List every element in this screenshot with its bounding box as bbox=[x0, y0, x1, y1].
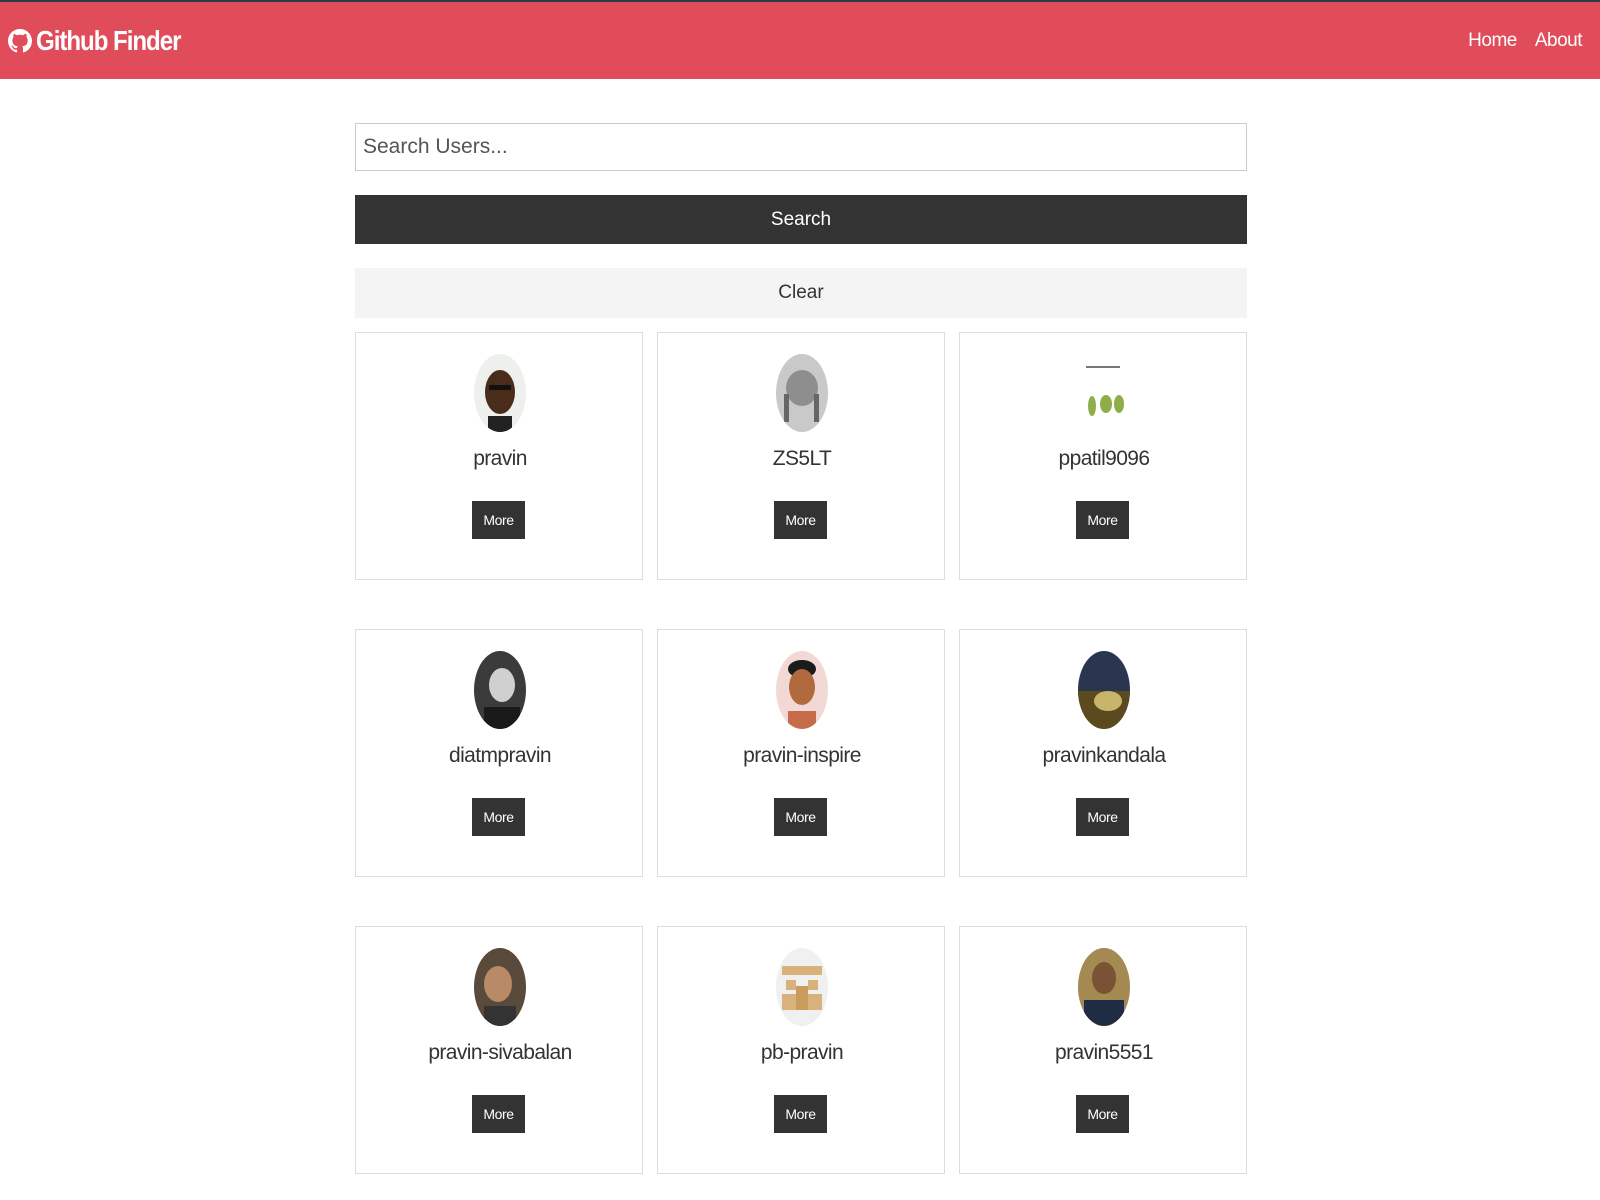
more-button[interactable]: More bbox=[774, 501, 827, 539]
user-avatar bbox=[1078, 948, 1130, 1026]
search-input[interactable] bbox=[355, 123, 1247, 171]
username: pravinkandala bbox=[1042, 744, 1167, 767]
username: ppatil9096 bbox=[1058, 447, 1151, 470]
user-avatar bbox=[776, 354, 828, 432]
user-card: pravin More bbox=[355, 332, 643, 580]
more-button[interactable]: More bbox=[1076, 501, 1129, 539]
brand-title: Github Finder bbox=[36, 24, 181, 56]
username: pb-pravin bbox=[760, 1041, 844, 1064]
user-card: pravin-inspire More bbox=[657, 629, 945, 877]
github-icon bbox=[8, 27, 32, 55]
user-card: pb-pravin More bbox=[657, 926, 945, 1174]
user-avatar bbox=[474, 651, 526, 729]
user-card: pravin5551 More bbox=[959, 926, 1247, 1174]
username: pravin bbox=[473, 447, 527, 470]
username: diatmpravin bbox=[449, 744, 552, 767]
username: pravin5551 bbox=[1055, 1041, 1154, 1064]
user-avatar bbox=[1078, 354, 1130, 432]
username: pravin-sivabalan bbox=[428, 1041, 572, 1064]
user-card: diatmpravin More bbox=[355, 629, 643, 877]
search-form bbox=[355, 123, 1247, 171]
user-card: ppatil9096 More bbox=[959, 332, 1247, 580]
more-button[interactable]: More bbox=[472, 798, 525, 836]
username: pravin-inspire bbox=[743, 744, 861, 767]
user-avatar bbox=[474, 948, 526, 1026]
more-button[interactable]: More bbox=[774, 1095, 827, 1133]
more-button[interactable]: More bbox=[472, 1095, 525, 1133]
brand[interactable]: Github Finder bbox=[8, 25, 204, 57]
search-button[interactable]: Search bbox=[355, 195, 1247, 244]
username: ZS5LT bbox=[772, 447, 832, 470]
user-avatar bbox=[474, 354, 526, 432]
user-avatar bbox=[1078, 651, 1130, 729]
user-card: pravinkandala More bbox=[959, 629, 1247, 877]
nav-home-link[interactable]: Home bbox=[1468, 30, 1517, 52]
more-button[interactable]: More bbox=[1076, 798, 1129, 836]
more-button[interactable]: More bbox=[1076, 1095, 1129, 1133]
user-avatar bbox=[776, 948, 828, 1026]
nav-about-link[interactable]: About bbox=[1535, 30, 1583, 52]
user-card: pravin-sivabalan More bbox=[355, 926, 643, 1174]
more-button[interactable]: More bbox=[774, 798, 827, 836]
navbar: Github Finder Home About bbox=[0, 2, 1600, 79]
nav-links: Home About bbox=[1450, 30, 1582, 52]
clear-button[interactable]: Clear bbox=[355, 268, 1247, 318]
more-button[interactable]: More bbox=[472, 501, 525, 539]
user-avatar bbox=[776, 651, 828, 729]
user-card: ZS5LT More bbox=[657, 332, 945, 580]
